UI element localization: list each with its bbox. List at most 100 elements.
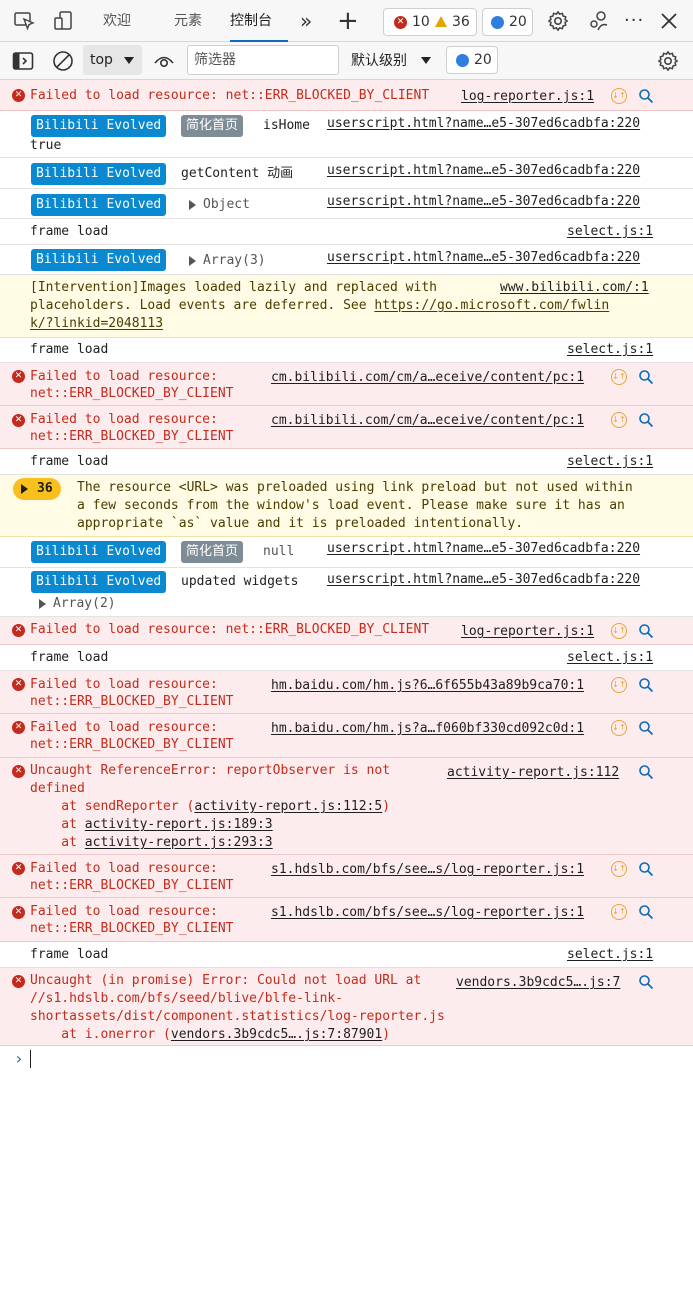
- console-input[interactable]: [30, 1050, 31, 1068]
- search-icon[interactable]: [638, 764, 654, 780]
- network-request-icon[interactable]: ↓↑: [611, 861, 627, 877]
- source-link[interactable]: cm.bilibili.com/cm/a…eceive/content/pc:1: [271, 412, 584, 430]
- messages-counter[interactable]: 20: [482, 8, 533, 36]
- message-text: net::ERR_BLOCKED_BY_CLIENT: [30, 386, 234, 401]
- context-selector[interactable]: top: [83, 45, 142, 75]
- source-link[interactable]: activity-report.js:112: [447, 764, 619, 782]
- sidebar-toggle-icon[interactable]: [12, 51, 34, 71]
- message-text: The resource <URL> was preloaded using l…: [77, 480, 633, 495]
- customize-icon[interactable]: [587, 9, 611, 33]
- add-tab-icon[interactable]: +: [337, 0, 359, 42]
- more-options-icon[interactable]: ···: [624, 0, 644, 42]
- tab-elements[interactable]: 元素: [174, 0, 202, 42]
- repeat-count-badge[interactable]: 36: [13, 478, 61, 500]
- source-link[interactable]: s1.hdslb.com/bfs/see…s/log-reporter.js:1: [271, 861, 584, 879]
- console-log: Bilibili Evolved Array(3) userscript.htm…: [0, 245, 693, 275]
- settings-icon[interactable]: [546, 9, 570, 33]
- console-error: ✕ Failed to load resource: net::ERR_BLOC…: [0, 80, 693, 111]
- network-request-icon[interactable]: ↓↑: [611, 369, 627, 385]
- source-link[interactable]: select.js:1: [567, 946, 653, 964]
- console-log: frame load select.js:1: [0, 219, 693, 245]
- source-link[interactable]: select.js:1: [567, 223, 653, 241]
- clear-console-icon[interactable]: [52, 50, 74, 72]
- network-request-icon[interactable]: ↓↑: [611, 904, 627, 920]
- message-text: frame load: [30, 947, 109, 962]
- chevron-down-icon: [124, 57, 134, 64]
- source-link[interactable]: select.js:1: [567, 453, 653, 471]
- source-link[interactable]: userscript.html?name…e5-307ed6cadbfa:220: [327, 193, 640, 211]
- message-text: net::ERR_BLOCKED_BY_CLIENT: [30, 878, 234, 893]
- source-link[interactable]: select.js:1: [567, 341, 653, 359]
- console-error: ✕ Uncaught (in promise) Error: Could not…: [0, 968, 693, 1046]
- search-icon[interactable]: [638, 88, 654, 104]
- context-value: top: [90, 52, 113, 68]
- stack-frame-link[interactable]: vendors.3b9cdc5….js:7:87901: [171, 1027, 382, 1042]
- console-log: Bilibili Evolved Object userscript.html?…: [0, 189, 693, 219]
- network-request-icon[interactable]: ↓↑: [611, 677, 627, 693]
- messages-counter[interactable]: 20: [446, 46, 498, 74]
- source-link[interactable]: s1.hdslb.com/bfs/see…s/log-reporter.js:1: [271, 904, 584, 922]
- console-log: Bilibili Evolved 简化首页 isHome true usersc…: [0, 111, 693, 158]
- stack-frame-link[interactable]: activity-report.js:293:3: [85, 835, 273, 850]
- source-link[interactable]: hm.baidu.com/hm.js?a…f060bf330cd092c0d:1: [271, 720, 584, 738]
- tab-console[interactable]: 控制台: [230, 0, 288, 42]
- live-expression-eye-icon[interactable]: [153, 51, 175, 71]
- source-link[interactable]: userscript.html?name…e5-307ed6cadbfa:220: [327, 571, 640, 589]
- log-level-dropdown[interactable]: 默认级别: [351, 42, 407, 80]
- devtools-tab-bar: 欢迎 元素 控制台 » + ✕ 10 36 20 ···: [0, 0, 693, 42]
- source-link[interactable]: cm.bilibili.com/cm/a…eceive/content/pc:1: [271, 369, 584, 387]
- message-text: net::ERR_BLOCKED_BY_CLIENT: [30, 737, 234, 752]
- expand-triangle-icon[interactable]: [189, 200, 196, 210]
- source-link[interactable]: userscript.html?name…e5-307ed6cadbfa:220: [327, 162, 640, 180]
- source-link[interactable]: select.js:1: [567, 649, 653, 667]
- expand-triangle-icon[interactable]: [189, 256, 196, 266]
- array-preview[interactable]: Array(3): [203, 252, 266, 270]
- network-request-icon[interactable]: ↓↑: [611, 88, 627, 104]
- source-link[interactable]: log-reporter.js:1: [461, 88, 594, 106]
- tab-welcome[interactable]: 欢迎: [103, 0, 131, 42]
- source-link[interactable]: log-reporter.js:1: [461, 623, 594, 641]
- message-icon: [456, 54, 469, 67]
- expand-triangle-icon[interactable]: [39, 599, 46, 609]
- search-icon[interactable]: [638, 369, 654, 385]
- message-text: net::ERR_BLOCKED_BY_CLIENT: [30, 921, 234, 936]
- network-request-icon[interactable]: ↓↑: [611, 720, 627, 736]
- network-request-icon[interactable]: ↓↑: [611, 623, 627, 639]
- message-count: 20: [474, 52, 492, 68]
- warning-icon: [435, 16, 447, 27]
- message-text: Failed to load resource:: [30, 369, 218, 384]
- search-icon[interactable]: [638, 904, 654, 920]
- console-error: ✕ Failed to load resource: net::ERR_BLOC…: [0, 363, 693, 406]
- stack-frame-link[interactable]: activity-report.js:189:3: [85, 817, 273, 832]
- search-icon[interactable]: [638, 677, 654, 693]
- chevron-down-icon[interactable]: [421, 57, 431, 64]
- search-icon[interactable]: [638, 623, 654, 639]
- device-emulation-icon[interactable]: [52, 9, 76, 33]
- console-settings-icon[interactable]: [656, 49, 680, 73]
- docs-link[interactable]: https://go.microsoft.com/fwlin: [374, 298, 609, 313]
- source-link[interactable]: userscript.html?name…e5-307ed6cadbfa:220: [327, 540, 640, 558]
- stack-frame-link[interactable]: activity-report.js:112:5: [194, 799, 382, 814]
- log-tag: Bilibili Evolved: [31, 571, 167, 593]
- source-link[interactable]: vendors.3b9cdc5….js:7: [456, 974, 620, 992]
- search-icon[interactable]: [638, 720, 654, 736]
- array-preview[interactable]: Array(2): [53, 595, 116, 613]
- source-link[interactable]: hm.baidu.com/hm.js?6…6f655b43a89b9ca70:1: [271, 677, 584, 695]
- source-link[interactable]: userscript.html?name…e5-307ed6cadbfa:220: [327, 249, 640, 267]
- more-tabs-icon[interactable]: »: [300, 0, 312, 42]
- error-icon: ✕: [12, 765, 25, 778]
- console-log: frame load select.js:1: [0, 645, 693, 671]
- network-request-icon[interactable]: ↓↑: [611, 412, 627, 428]
- issues-counter[interactable]: ✕ 10 36: [383, 8, 477, 36]
- search-icon[interactable]: [638, 861, 654, 877]
- search-icon[interactable]: [638, 412, 654, 428]
- docs-link[interactable]: k/?linkid=2048113: [30, 315, 163, 333]
- search-icon[interactable]: [638, 974, 654, 990]
- object-preview[interactable]: Object: [203, 196, 250, 214]
- message-text: frame load: [30, 454, 109, 469]
- source-link[interactable]: www.bilibili.com/:1: [500, 279, 649, 297]
- close-icon[interactable]: [657, 9, 681, 33]
- filter-input[interactable]: [187, 45, 339, 75]
- inspect-element-icon[interactable]: [12, 9, 36, 33]
- source-link[interactable]: userscript.html?name…e5-307ed6cadbfa:220: [327, 115, 640, 133]
